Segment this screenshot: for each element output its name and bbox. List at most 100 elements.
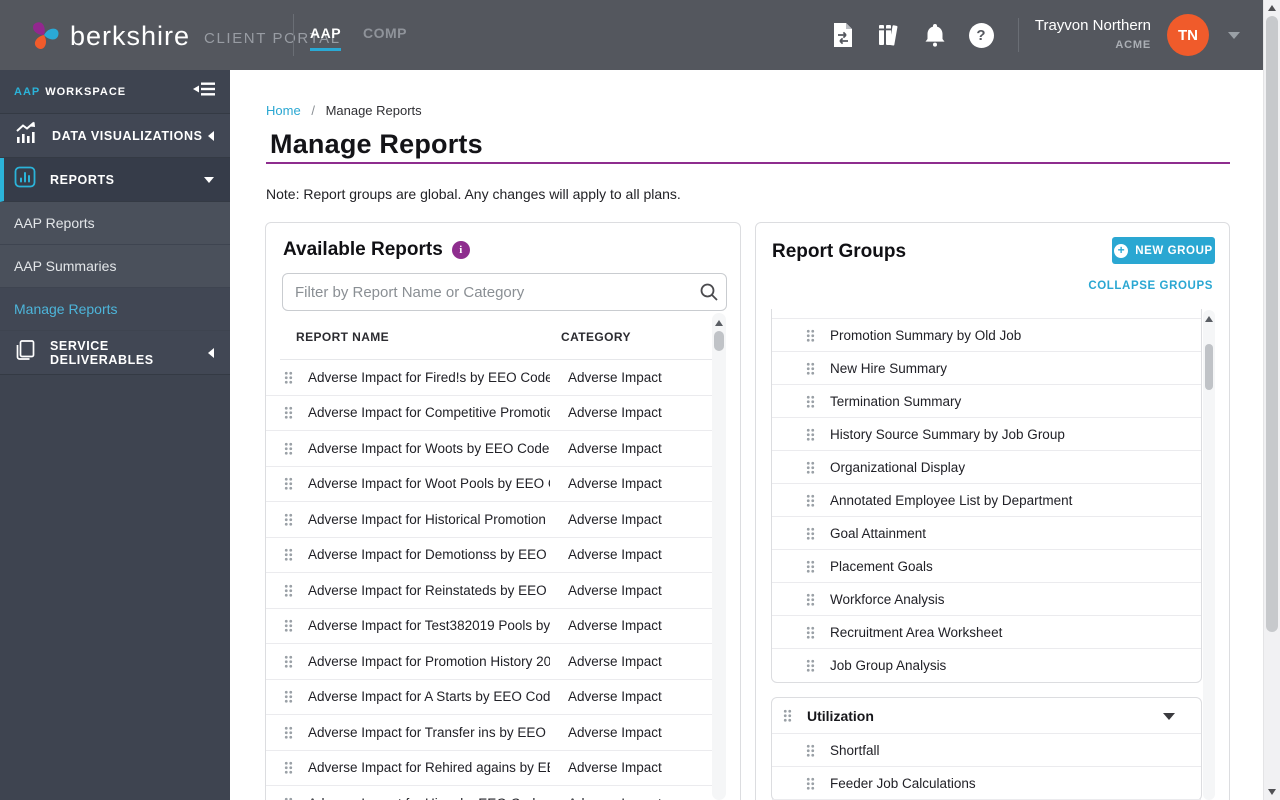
- report-groups-scrollbar[interactable]: [1203, 310, 1215, 800]
- sidebar: AAP WORKSPACE DATA VISUALIZATIONS REPORT…: [0, 70, 230, 800]
- sidebar-item-label: REPORTS: [50, 172, 115, 187]
- report-groups-title: Report Groups: [772, 241, 907, 262]
- column-header-report-name: REPORT NAME: [296, 330, 390, 344]
- drag-handle-icon[interactable]: [284, 725, 293, 739]
- collapse-groups-link[interactable]: COLLAPSE GROUPS: [1088, 280, 1213, 292]
- table-row[interactable]: Adverse Impact for Transfer ins by EEO C…: [266, 715, 726, 751]
- sidebar-item-service-deliverables[interactable]: SERVICE DELIVERABLES: [0, 331, 230, 375]
- drag-handle-icon[interactable]: [806, 776, 815, 790]
- group-report-item[interactable]: Goal Attainment: [772, 517, 1201, 550]
- drag-handle-icon[interactable]: [284, 406, 293, 420]
- scrollbar-thumb[interactable]: [714, 331, 724, 351]
- sidebar-item-manage-reports[interactable]: Manage Reports: [0, 288, 230, 331]
- drag-handle-icon[interactable]: [284, 690, 293, 704]
- table-row[interactable]: Adverse Impact for Fired!s by EEO Code Ad…: [266, 360, 726, 396]
- drag-handle-icon[interactable]: [806, 460, 815, 474]
- drag-handle-icon[interactable]: [284, 619, 293, 633]
- drag-handle-icon[interactable]: [806, 559, 815, 573]
- title-underline: [266, 162, 1230, 164]
- drag-handle-icon[interactable]: [284, 370, 293, 384]
- chevron-left-icon: [208, 347, 214, 358]
- drag-handle-icon[interactable]: [806, 526, 815, 540]
- scroll-up-arrow-icon[interactable]: [1205, 316, 1213, 322]
- drag-handle-icon[interactable]: [284, 512, 293, 526]
- drag-handle-icon[interactable]: [806, 493, 815, 507]
- drag-handle-icon[interactable]: [806, 361, 815, 375]
- breadcrumb-home-link[interactable]: Home: [266, 103, 301, 118]
- drag-handle-icon[interactable]: [806, 328, 815, 342]
- group-report-item[interactable]: Job Group Analysis: [772, 649, 1201, 682]
- scrollbar-thumb[interactable]: [1205, 344, 1213, 390]
- group-report-item[interactable]: Placement Goals: [772, 550, 1201, 583]
- breadcrumb-separator: /: [311, 103, 315, 118]
- collapse-sidebar-icon[interactable]: [192, 81, 216, 102]
- new-group-button[interactable]: + NEW GROUP: [1112, 237, 1215, 264]
- pinwheel-logo-icon: [28, 16, 62, 57]
- collapse-group-caret-icon[interactable]: [1163, 713, 1175, 720]
- tab-aap[interactable]: AAP: [310, 25, 342, 51]
- report-groups-list: Promotion Summary by Old Job New Hire Su…: [756, 309, 1215, 800]
- workspace-header: AAP WORKSPACE: [0, 70, 230, 114]
- drag-handle-icon[interactable]: [783, 709, 792, 722]
- group-report-item[interactable]: New Hire Summary: [772, 352, 1201, 385]
- group-report-item[interactable]: Promotion Summary by Old Job: [772, 319, 1201, 352]
- drag-handle-icon[interactable]: [284, 548, 293, 562]
- available-reports-panel: Available Reports i REPORT NAME CATEGORY…: [265, 222, 741, 800]
- sidebar-item-reports[interactable]: REPORTS: [0, 158, 230, 202]
- chevron-left-icon: [208, 130, 214, 141]
- drag-handle-icon[interactable]: [806, 592, 815, 606]
- drag-handle-icon[interactable]: [806, 394, 815, 408]
- group-report-item[interactable]: Workforce Analysis: [772, 583, 1201, 616]
- table-row[interactable]: Adverse Impact for Hires by EEO CodeAdve…: [266, 786, 726, 800]
- filter-input[interactable]: [283, 274, 692, 310]
- drag-handle-icon[interactable]: [284, 441, 293, 455]
- avatar[interactable]: TN: [1167, 14, 1209, 56]
- drag-handle-icon[interactable]: [284, 583, 293, 597]
- available-reports-scrollbar[interactable]: [712, 313, 726, 800]
- group-report-item[interactable]: Annotated Employee List by Department: [772, 484, 1201, 517]
- search-icon[interactable]: [692, 282, 726, 302]
- sidebar-item-aap-reports[interactable]: AAP Reports: [0, 202, 230, 245]
- drag-handle-icon[interactable]: [284, 761, 293, 775]
- scrollbar-thumb[interactable]: [1266, 16, 1278, 632]
- scroll-down-arrow-icon[interactable]: [1268, 789, 1276, 795]
- document-transfer-icon[interactable]: [830, 22, 856, 48]
- page-scrollbar[interactable]: [1263, 0, 1280, 800]
- scroll-up-arrow-icon[interactable]: [715, 320, 723, 326]
- table-row[interactable]: Adverse Impact for Test382019 Pools by E…: [266, 609, 726, 644]
- scroll-up-arrow-icon[interactable]: [1268, 5, 1276, 11]
- tab-comp[interactable]: COMP: [363, 25, 407, 48]
- table-row[interactable]: Adverse Impact for Competitive Promotion…: [266, 396, 726, 431]
- group-report-item[interactable]: Organizational Display: [772, 451, 1201, 484]
- drag-handle-icon[interactable]: [284, 654, 293, 668]
- table-row[interactable]: Adverse Impact for Woot Pools by EEO Cod…: [266, 467, 726, 502]
- user-menu-caret-icon[interactable]: [1228, 32, 1240, 39]
- group-report-item[interactable]: History Source Summary by Job Group: [772, 418, 1201, 451]
- group-report-item[interactable]: Recruitment Area Worksheet: [772, 616, 1201, 649]
- chevron-down-icon: [204, 176, 214, 183]
- drag-handle-icon[interactable]: [284, 477, 293, 491]
- table-row[interactable]: Adverse Impact for Demotionss by EEO Cod…: [266, 538, 726, 573]
- sidebar-item-aap-summaries[interactable]: AAP Summaries: [0, 245, 230, 288]
- table-row[interactable]: Adverse Impact for Woots by EEO Code Adve…: [266, 431, 726, 467]
- group-report-item[interactable]: Shortfall: [772, 734, 1201, 767]
- top-bar: berkshire CLIENT PORTAL AAP COMP ? Trayv…: [0, 0, 1263, 70]
- sidebar-item-data-visualizations[interactable]: DATA VISUALIZATIONS: [0, 114, 230, 158]
- table-row[interactable]: Adverse Impact for Historical Promotion …: [266, 502, 726, 538]
- drag-handle-icon[interactable]: [806, 743, 815, 757]
- library-icon[interactable]: [876, 22, 902, 48]
- global-note: Note: Report groups are global. Any chan…: [266, 186, 681, 202]
- info-icon[interactable]: i: [451, 241, 470, 259]
- clipped-row: [772, 309, 1201, 319]
- table-row[interactable]: Adverse Impact for Reinstateds by EEO Co…: [266, 573, 726, 609]
- group-report-item[interactable]: Termination Summary: [772, 385, 1201, 418]
- group-header[interactable]: Utilization: [772, 698, 1201, 734]
- table-row[interactable]: Adverse Impact for A Starts by EEO Code A…: [266, 680, 726, 715]
- drag-handle-icon[interactable]: [806, 625, 815, 639]
- table-row[interactable]: Adverse Impact for Promotion History 201…: [266, 644, 726, 680]
- table-row[interactable]: Adverse Impact for Rehired agains by EEO…: [266, 751, 726, 786]
- drag-handle-icon[interactable]: [806, 427, 815, 441]
- group-report-item[interactable]: Feeder Job Calculations: [772, 767, 1201, 800]
- drag-handle-icon[interactable]: [806, 659, 815, 672]
- filter-box: [282, 273, 727, 311]
